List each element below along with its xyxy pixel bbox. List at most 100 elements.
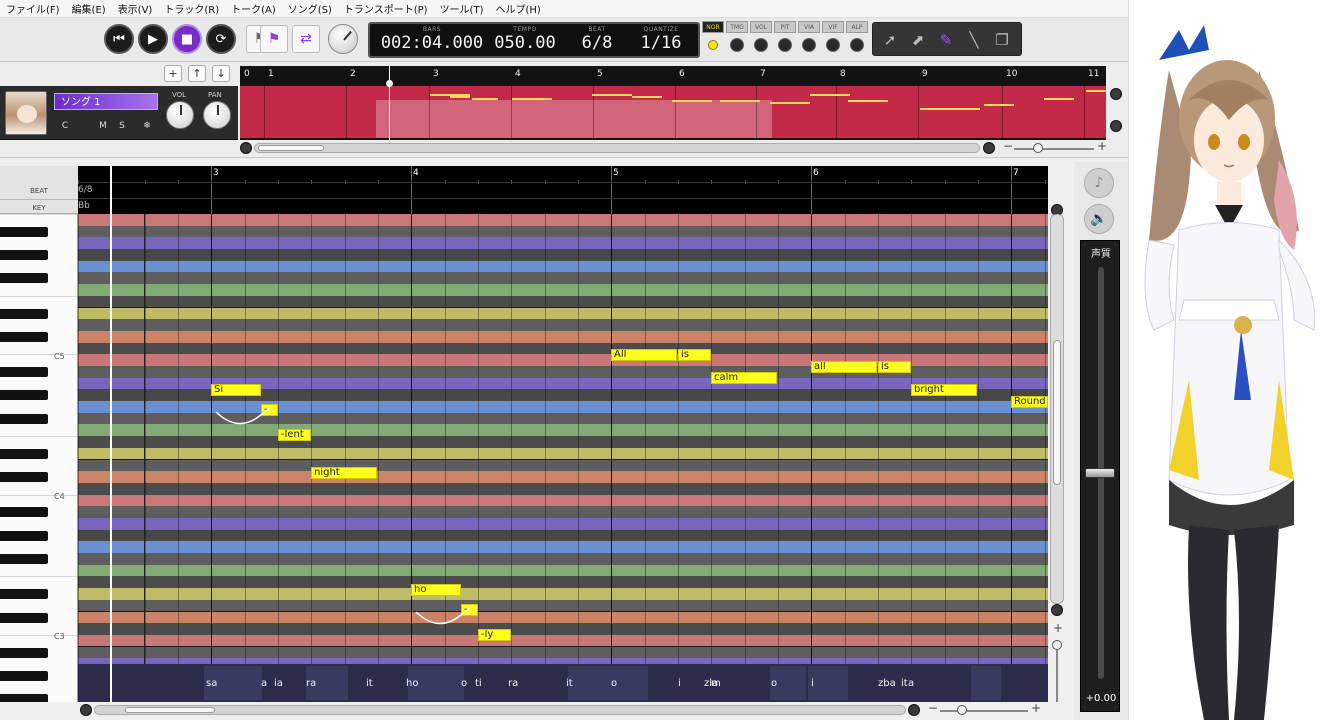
black-key[interactable] xyxy=(0,390,48,401)
pitch-lane[interactable] xyxy=(78,623,1048,635)
pitch-lane[interactable] xyxy=(78,342,1048,355)
phoneme[interactable]: m xyxy=(711,678,721,689)
select-tool[interactable]: ➚ xyxy=(879,28,901,52)
note[interactable]: bright xyxy=(911,384,977,396)
pitch-lane[interactable] xyxy=(78,272,1048,285)
beat-readout[interactable]: BEAT 6/8 xyxy=(570,24,624,56)
pitch-lane[interactable] xyxy=(78,599,1048,612)
mode-tmg[interactable]: TMG xyxy=(726,21,748,59)
ruler-bar-number[interactable]: 7 xyxy=(1013,168,1019,178)
mode-vol[interactable]: VOL xyxy=(750,21,772,59)
note-view-button[interactable]: ♪ xyxy=(1084,168,1114,198)
piano-keyboard[interactable]: C5 C4 C3 xyxy=(0,214,78,702)
phoneme[interactable]: o xyxy=(611,678,617,689)
pitch-lane[interactable] xyxy=(78,307,1048,320)
auto-scroll-button[interactable]: ⇄ xyxy=(292,25,320,53)
note[interactable]: night xyxy=(311,467,377,479)
pitch-lane[interactable] xyxy=(78,494,1048,507)
pitch-lane[interactable] xyxy=(78,214,1048,226)
menu-view[interactable]: 表示(V) xyxy=(118,1,153,16)
timeline-ruler[interactable]: 6/8 Bb 3 4 5 6 7 xyxy=(78,166,1048,214)
black-key[interactable] xyxy=(0,530,48,541)
add-track-button[interactable]: + xyxy=(164,65,182,82)
pitch-lane[interactable] xyxy=(78,611,1048,624)
black-key[interactable] xyxy=(0,589,48,600)
pitch-lane[interactable] xyxy=(78,459,1048,472)
menu-file[interactable]: ファイル(F) xyxy=(6,1,60,16)
menu-help[interactable]: ヘルプ(H) xyxy=(495,1,540,16)
phoneme[interactable]: a xyxy=(908,678,914,689)
black-key[interactable] xyxy=(0,250,48,261)
note[interactable]: All xyxy=(611,349,677,361)
quantize-readout[interactable]: QUANTIZE 1/16 xyxy=(628,24,694,56)
ruler-bar-number[interactable]: 6 xyxy=(813,168,819,178)
phoneme[interactable]: ra xyxy=(306,678,316,689)
phoneme[interactable]: ra xyxy=(508,678,518,689)
phoneme-strip[interactable]: sa a ia ra it ho o ti ra it o i zla m o i zba it a xyxy=(78,664,1048,702)
pitch-lane[interactable] xyxy=(78,295,1048,308)
beat-signature[interactable]: 6/8 xyxy=(78,185,92,195)
track-volume-knob[interactable] xyxy=(166,101,194,129)
editor-vscroll[interactable] xyxy=(1050,214,1064,604)
editor-scroll-right[interactable] xyxy=(908,704,920,716)
track-mute-toggle[interactable]: M xyxy=(94,119,112,134)
note[interactable]: -ly xyxy=(478,629,511,641)
track-pan-knob[interactable] xyxy=(203,101,231,129)
pitch-lane[interactable] xyxy=(78,564,1048,577)
black-key[interactable] xyxy=(0,554,48,564)
overview-hscroll[interactable] xyxy=(254,143,980,153)
black-key[interactable] xyxy=(0,647,48,658)
pitch-lane[interactable] xyxy=(78,553,1048,565)
rewind-button[interactable]: ⏮ xyxy=(104,24,134,54)
black-key[interactable] xyxy=(0,367,48,377)
phoneme[interactable]: it xyxy=(366,678,373,689)
song-overview[interactable]: 0 1 2 3 4 5 6 7 8 9 10 11 xyxy=(240,66,1106,140)
pitch-lane[interactable] xyxy=(78,249,1048,261)
phoneme[interactable]: it xyxy=(566,678,573,689)
pitch-lane[interactable] xyxy=(78,506,1048,518)
voice-quality-handle[interactable] xyxy=(1085,468,1115,478)
pitch-lane[interactable] xyxy=(78,447,1048,460)
mode-pit[interactable]: PIT xyxy=(774,21,796,59)
marker-right-button[interactable]: ⚑ xyxy=(260,25,288,53)
note[interactable]: is xyxy=(678,349,711,361)
phoneme[interactable]: o xyxy=(771,678,777,689)
menu-talk[interactable]: トーク(A) xyxy=(231,1,276,16)
ruler-bar-number[interactable]: 3 xyxy=(213,168,219,178)
pitch-lane[interactable] xyxy=(78,588,1048,600)
line-tool[interactable]: ╲ xyxy=(963,28,985,52)
loop-button[interactable]: ⟳ xyxy=(206,24,236,54)
overview-scroll-right[interactable] xyxy=(983,142,995,154)
menu-tools[interactable]: ツール(T) xyxy=(440,1,484,16)
pitch-lane[interactable] xyxy=(78,319,1048,331)
black-key[interactable] xyxy=(0,472,48,483)
pitch-lane[interactable] xyxy=(78,237,1048,250)
pitch-lane[interactable] xyxy=(78,517,1048,530)
phoneme[interactable]: i xyxy=(678,678,681,689)
overview-scroll-left[interactable] xyxy=(240,142,252,154)
pitch-lane[interactable] xyxy=(78,529,1048,542)
ruler-bar-number[interactable]: 5 xyxy=(613,168,619,178)
visible-range[interactable] xyxy=(376,100,772,138)
zoom-in-icon[interactable]: + xyxy=(1031,701,1041,715)
note[interactable]: all xyxy=(811,361,877,373)
pitch-lane[interactable] xyxy=(78,576,1048,589)
black-key[interactable] xyxy=(0,413,48,424)
overview-playhead[interactable] xyxy=(386,66,393,140)
pitch-lane[interactable] xyxy=(78,634,1048,647)
move-track-up-button[interactable]: ↑ xyxy=(188,65,206,82)
mode-nor[interactable]: NOR xyxy=(702,21,724,59)
eraser-tool[interactable]: ❐ xyxy=(991,28,1013,52)
phoneme[interactable]: a xyxy=(261,678,267,689)
phoneme[interactable]: it xyxy=(901,678,908,689)
pitch-lane[interactable] xyxy=(78,284,1048,296)
pitch-lane[interactable] xyxy=(78,471,1048,483)
play-button[interactable]: ▶ xyxy=(138,24,168,54)
menu-transport[interactable]: トランスポート(P) xyxy=(344,1,428,16)
ruler-bar-number[interactable]: 4 xyxy=(413,168,419,178)
mode-vif[interactable]: VIF xyxy=(822,21,844,59)
pencil-tool[interactable]: ✎ xyxy=(935,28,957,52)
black-key[interactable] xyxy=(0,612,48,623)
overview-ruler[interactable]: 0 1 2 3 4 5 6 7 8 9 10 11 xyxy=(240,66,1106,86)
black-key[interactable] xyxy=(0,331,48,342)
